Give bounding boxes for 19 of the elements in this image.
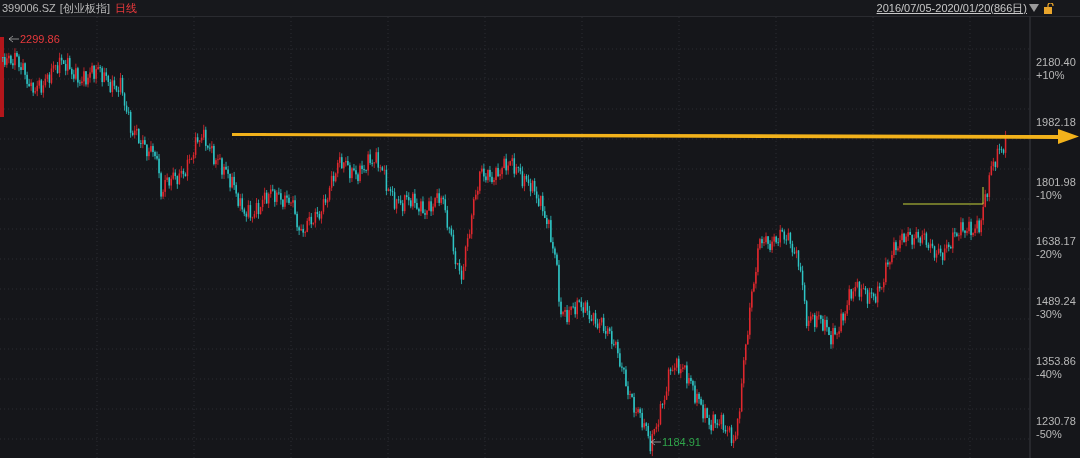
symbol-code: 399006.SZ: [2, 0, 56, 16]
dropdown-triangle-icon[interactable]: [1029, 4, 1039, 12]
price-axis-label: 1638.17: [1036, 235, 1076, 248]
percent-axis-label: -20%: [1036, 248, 1062, 261]
percent-axis-label: +10%: [1036, 69, 1065, 81]
price-axis-label: 1353.86: [1036, 355, 1076, 367]
percent-axis-label: -40%: [1036, 368, 1062, 380]
price-axis-label: 1801.98: [1036, 175, 1076, 188]
price-axis-label: 1982.18: [1036, 115, 1076, 128]
price-axis-label: 1489.24: [1036, 295, 1076, 308]
percent-axis-label: -30%: [1036, 308, 1062, 321]
percent-axis-label: -50%: [1036, 427, 1062, 440]
index-name: [创业板指]: [59, 0, 110, 16]
period-label: 日线: [114, 0, 137, 16]
percent-axis-label: -10%: [1036, 188, 1062, 201]
price-axis-label: 2180.40: [1036, 56, 1076, 68]
date-range-link[interactable]: 2016/07/05-2020/01/20(866日): [876, 0, 1027, 17]
lock-icon[interactable]: [1044, 2, 1054, 14]
price-axis-label: 1230.78: [1036, 414, 1076, 427]
